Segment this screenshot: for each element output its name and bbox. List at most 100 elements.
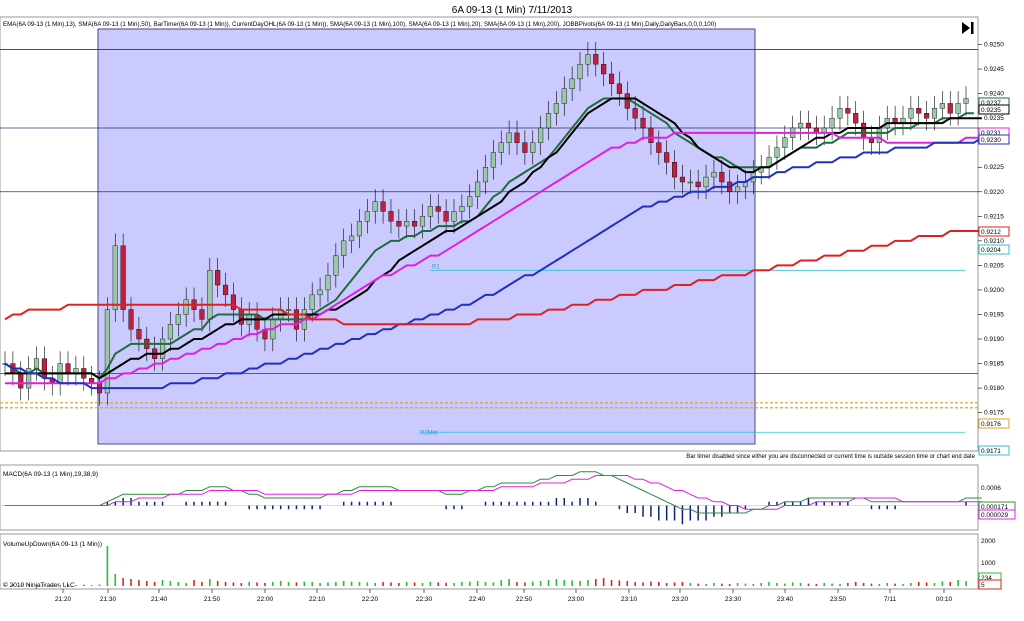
price-tick-label: 0.9240 [984,91,1004,98]
macd-tick-label: 0.000029 [981,512,1008,519]
price-label: 0.9171 [978,445,1010,456]
candle-body [112,245,118,310]
candle-body [672,162,678,178]
price-label-text: 0.9204 [981,247,1001,254]
copyright: © 2019 NinjaTrader, LLC [3,581,75,589]
macd-panel[interactable]: MACD(6A 09-13 (1 Min),19,38,9) [0,464,982,531]
chart-title: 6A 09-13 (1 Min) 7/11/2013 [452,5,573,16]
volume-tick: 2000 [981,538,996,545]
candle [112,233,118,322]
price-panel[interactable]: R1 R2Mid EMA(6A 09-13 (1 Min),13), SMA(6A… [0,16,983,460]
macd-tick-label: 0.0006 [981,485,1001,492]
price-tick-label: 0.9220 [984,189,1004,196]
macd-tick: 0.000029 [978,509,1016,520]
time-tick-label: 21:30 [100,596,117,603]
price-label-text: 0.9176 [981,421,1001,428]
candle-body [238,309,244,325]
price-tick-label: 0.9185 [984,361,1004,368]
time-tick-label: 23:10 [621,596,638,603]
volume-tick-label: 5 [981,582,985,589]
time-tick-label: 00:10 [936,596,953,603]
candle-body [136,329,142,340]
volume-panel[interactable]: VolumeUpDown(6A 09-13 (1 Min)) © 2019 Ni… [0,533,979,590]
candle-body [845,108,851,114]
time-axis[interactable]: 21:20 21:30 21:40 21:50 22:00 22:10 22:20 22:30… [55,589,953,603]
candle-body [380,201,386,212]
candle-body [601,63,607,75]
time-tick-label: 23:40 [777,596,794,603]
time-tick-label: 22:00 [257,596,274,603]
candle-body [963,98,969,104]
candle-body [333,255,339,276]
price-tick-label: 0.9200 [984,287,1004,294]
candle-body [561,88,567,104]
time-tick-label: 23:00 [568,596,585,603]
candle-body [553,103,559,114]
price-tick-label: 0.9210 [984,238,1004,245]
candle-body [207,270,213,320]
time-tick-label: 21:20 [55,596,72,603]
price-tick-label: 0.9195 [984,311,1004,318]
indicators-label: EMA(6A 09-13 (1 Min),13), SMA(6A 09-13 (… [3,21,716,28]
volume-tick: 1000 [981,560,996,567]
price-label: 0.9176 [978,418,1010,429]
candle-body [317,289,323,296]
candle-body [388,211,394,222]
candle-body [372,201,378,212]
candle-body [490,152,496,168]
candle-body [467,196,473,207]
candle-body [341,240,347,256]
time-tick-label: 21:40 [151,596,168,603]
price-label: 0.9235 [978,104,1010,115]
candle-body [33,358,40,369]
candle-body [522,142,528,153]
candle-body [711,171,717,178]
candle-body [955,103,961,114]
candle-body [459,206,465,212]
candle-body [349,235,355,242]
candle-body [183,299,189,315]
candle-body [577,63,583,80]
volume-tick-label: 1000 [981,560,996,567]
candle-body [404,221,410,227]
candle-body [325,275,331,291]
trading-chart[interactable]: 6A 09-13 (1 Min) 7/11/2013 R1 R2Mid EMA(6… [0,0,1024,616]
candle-body [545,113,552,129]
candle-body [695,181,701,188]
time-tick-label: 22:20 [362,596,379,603]
time-tick-label: 22:30 [416,596,433,603]
time-tick-label: 22:40 [469,596,486,603]
candle-body [506,132,512,143]
candle-body [931,108,938,119]
candle-body [104,309,110,394]
time-tick-label: 22:50 [516,596,533,603]
bar-timer-message: Bar timer disabled since either you are … [686,454,975,460]
pivot-r2mid-label: R2Mid [420,430,437,436]
candle-body [876,127,882,143]
price-label-text: 0.9212 [981,229,1001,236]
candle-body [624,93,630,109]
candle-body [443,211,449,222]
pivot-r1-label: R1 [432,264,440,270]
candle-body [608,73,615,85]
candle-body [703,176,709,188]
candle-body [924,113,930,119]
volume-axis: 200010002345 [978,538,1002,590]
macd-label: MACD(6A 09-13 (1 Min),19,38,9) [3,471,98,478]
candle-body [514,132,520,143]
candle-body [805,122,812,129]
volume-tick-label: 2000 [981,538,996,545]
candle-body [482,167,489,183]
candle-body [128,309,134,330]
candle-body [412,221,418,227]
candle-body [199,309,205,320]
price-label-text: 0.9171 [981,448,1001,455]
time-tick-label: 23:50 [830,596,847,603]
price-labels: 0.92370.92350.92310.92300.92120.92040.91… [978,97,1010,456]
candle-body [593,54,599,65]
candle-body [451,211,457,222]
candle-body [427,206,433,217]
candle-body [159,338,166,359]
time-tick-label: 7/11 [884,596,897,603]
candle-body [167,324,173,340]
